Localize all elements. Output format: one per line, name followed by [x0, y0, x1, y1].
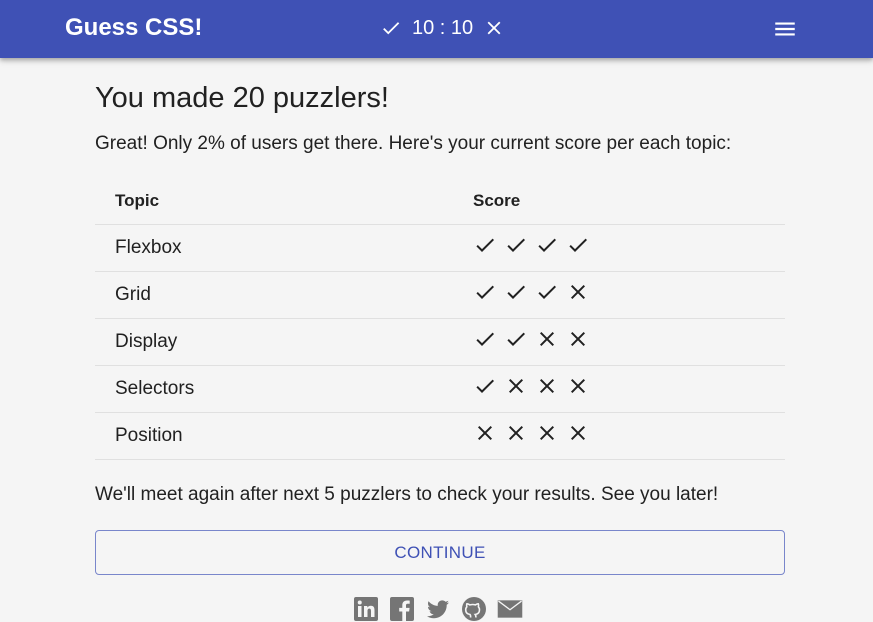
- cross-icon: [571, 379, 585, 393]
- score-cell: [453, 365, 785, 413]
- cross-icon: [571, 426, 585, 440]
- score-cell: [453, 271, 785, 319]
- cross-icon: [571, 285, 585, 299]
- cross-icon: [571, 332, 585, 346]
- check-icon: [538, 238, 556, 252]
- page-title: You made 20 puzzlers!: [95, 82, 389, 114]
- topic-cell: Position: [95, 412, 453, 460]
- menu-button[interactable]: [768, 13, 802, 45]
- check-icon: [538, 285, 556, 299]
- github-icon[interactable]: [461, 596, 487, 622]
- table-row: Grid: [95, 271, 785, 319]
- cross-icon: [540, 426, 554, 440]
- facebook-icon[interactable]: [389, 596, 415, 622]
- cross-icon: [478, 426, 492, 440]
- cross-icon: [509, 426, 523, 440]
- check-icon: [507, 332, 525, 346]
- app-bar: Guess CSS! 10 : 10: [0, 0, 873, 58]
- topic-cell: Flexbox: [95, 224, 453, 272]
- cross-icon: [540, 379, 554, 393]
- table-header-row: Topic Score: [95, 178, 785, 225]
- check-icon: [476, 379, 494, 393]
- score-cell: [453, 224, 785, 272]
- check-icon: [476, 332, 494, 346]
- table-row: Display: [95, 318, 785, 366]
- topic-cell: Grid: [95, 271, 453, 319]
- intro-text: Great! Only 2% of users get there. Here'…: [95, 133, 732, 154]
- email-icon[interactable]: [497, 596, 523, 622]
- check-icon: [507, 238, 525, 252]
- table-row: Position: [95, 412, 785, 460]
- hamburger-menu-icon: [775, 22, 795, 36]
- app-title: Guess CSS!: [65, 14, 203, 41]
- check-icon: [383, 22, 400, 35]
- score-counter: 10 : 10: [380, 14, 505, 42]
- topic-cell: Display: [95, 318, 453, 366]
- check-icon: [476, 285, 494, 299]
- score-marks: [473, 374, 785, 398]
- continue-button[interactable]: CONTINUE: [95, 530, 785, 575]
- table-row: Selectors: [95, 365, 785, 413]
- score-marks: [473, 327, 785, 351]
- score-marks: [473, 280, 785, 304]
- score-rows: Flexbox Grid Display Selectors Position: [95, 224, 785, 460]
- cross-icon: [540, 332, 554, 346]
- score-cell: [453, 318, 785, 366]
- topic-cell: Selectors: [95, 365, 453, 413]
- column-header-topic: Topic: [95, 178, 453, 225]
- score-text: 10 : 10: [412, 16, 474, 39]
- check-icon: [507, 285, 525, 299]
- outro-text: We'll meet again after next 5 puzzlers t…: [95, 484, 719, 505]
- score-table: Topic Score Flexbox Grid Display Selectors P…: [95, 178, 785, 460]
- score-marks: [473, 233, 785, 257]
- column-header-score: Score: [453, 178, 785, 225]
- table-row: Flexbox: [95, 224, 785, 272]
- check-icon: [476, 238, 494, 252]
- cross-icon: [487, 21, 501, 35]
- twitter-icon[interactable]: [425, 596, 451, 622]
- score-marks: [473, 421, 785, 445]
- score-cell: [453, 412, 785, 460]
- linkedin-icon[interactable]: [353, 596, 379, 622]
- check-icon: [569, 238, 587, 252]
- cross-icon: [509, 379, 523, 393]
- share-links: [353, 596, 523, 622]
